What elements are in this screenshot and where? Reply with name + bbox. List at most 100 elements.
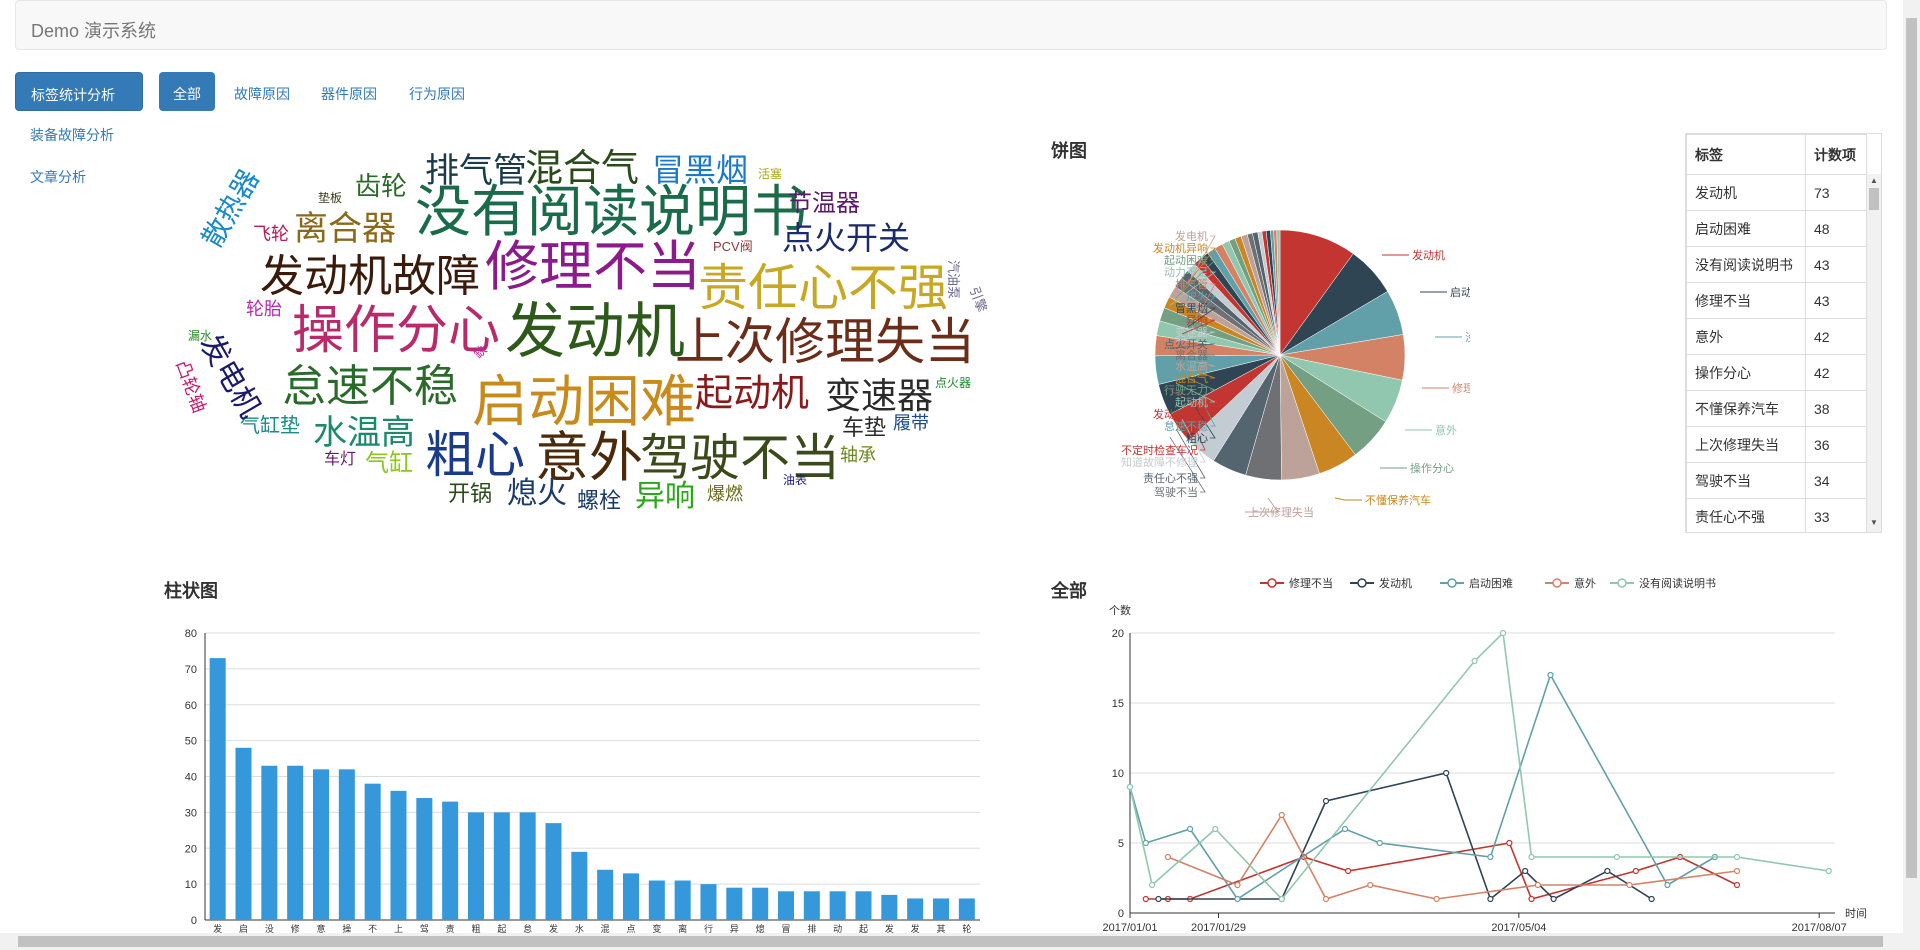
bar[interactable] [545, 823, 562, 920]
legend-label[interactable]: 启动困难 [1469, 577, 1513, 590]
legend-label[interactable]: 发动机 [1379, 576, 1412, 590]
line-point[interactable] [1164, 853, 1172, 861]
bar[interactable] [958, 898, 975, 920]
line-point[interactable] [1234, 895, 1241, 903]
page-vertical-scrollbar[interactable] [1903, 0, 1920, 950]
line-point[interactable] [1487, 853, 1494, 861]
tab-all[interactable]: 全部 [159, 72, 215, 111]
line-point[interactable] [1234, 881, 1241, 889]
table-row[interactable]: 责任心不强 33 [1686, 498, 1868, 532]
table-header-count[interactable]: 计数项 [1804, 134, 1868, 175]
legend-label[interactable]: 意外 [1574, 576, 1596, 590]
line-point[interactable] [1322, 797, 1330, 805]
table-row[interactable]: 没有阅读说明书 43 [1686, 246, 1868, 283]
bar[interactable] [442, 801, 459, 920]
sidebar-item-equipment-fault[interactable]: 装备故障分析 [30, 125, 114, 145]
bar[interactable] [803, 891, 820, 920]
bar[interactable] [700, 884, 717, 920]
bar[interactable] [622, 873, 639, 920]
bar[interactable] [287, 765, 304, 920]
table-row[interactable]: 操作分心 42 [1686, 354, 1868, 391]
bar[interactable] [209, 658, 226, 920]
line-point[interactable] [1604, 867, 1611, 875]
legend-label[interactable]: 修理不当 [1289, 576, 1333, 590]
bar[interactable] [881, 894, 898, 920]
legend-marker[interactable] [1447, 578, 1457, 588]
line-point[interactable] [1367, 881, 1374, 889]
line-series[interactable] [1158, 772, 1653, 901]
line-point[interactable] [1487, 895, 1494, 903]
line-point[interactable] [1547, 671, 1554, 679]
bar[interactable] [752, 887, 769, 920]
tab-behavior-cause[interactable]: 行为原因 [395, 72, 479, 111]
tab-fault-cause[interactable]: 故障原因 [220, 72, 304, 111]
line-point[interactable] [1186, 825, 1194, 833]
line-point[interactable] [1528, 853, 1535, 861]
brand-title[interactable]: Demo 演示系统 [31, 17, 156, 43]
line-point[interactable] [1142, 895, 1149, 903]
table-row[interactable]: 修理不当 43 [1686, 282, 1868, 319]
line-point[interactable] [1534, 881, 1541, 889]
line-point[interactable] [1443, 769, 1450, 777]
legend-marker[interactable] [1267, 578, 1277, 588]
line-point[interactable] [1522, 867, 1529, 875]
line-point[interactable] [1528, 895, 1535, 903]
line-point[interactable] [1155, 895, 1162, 903]
line-point[interactable] [1506, 839, 1513, 847]
bar[interactable] [364, 783, 381, 920]
line-point[interactable] [1825, 867, 1832, 875]
line-point[interactable] [1341, 825, 1349, 833]
line-point[interactable] [1322, 895, 1330, 903]
line-point[interactable] [1664, 881, 1671, 889]
line-point[interactable] [1550, 895, 1557, 903]
line-series[interactable] [1129, 631, 1829, 901]
bar[interactable] [519, 812, 536, 920]
line-point[interactable] [1126, 783, 1134, 791]
line-point[interactable] [1733, 853, 1741, 861]
bar[interactable] [777, 891, 794, 920]
line-point[interactable] [1626, 881, 1633, 889]
line-point[interactable] [1345, 867, 1352, 875]
scroll-down-icon[interactable]: ▼ [1867, 518, 1881, 530]
table-scroll-thumb[interactable] [1869, 188, 1879, 210]
table-row[interactable]: 上次修理失当 36 [1686, 426, 1868, 463]
sidebar-item-tag-stats[interactable]: 标签统计分析 [15, 72, 143, 111]
line-point[interactable] [1376, 839, 1383, 847]
table-header-tag[interactable]: 标签 [1686, 134, 1806, 175]
line-series[interactable] [1129, 673, 1716, 901]
bar[interactable] [932, 898, 949, 920]
table-row[interactable]: 意外 42 [1686, 318, 1868, 355]
table-row[interactable]: 启动困难 48 [1686, 210, 1868, 247]
bar[interactable] [571, 851, 588, 920]
table-row[interactable]: 不懂保养汽车 38 [1686, 390, 1868, 427]
bar[interactable] [416, 798, 433, 920]
bar[interactable] [338, 769, 355, 920]
line-point[interactable] [1733, 867, 1741, 875]
line-point[interactable] [1433, 895, 1440, 903]
line-point[interactable] [1632, 867, 1639, 875]
page-horizontal-scroll-thumb[interactable] [18, 936, 1883, 947]
line-point[interactable] [1613, 853, 1620, 861]
page-vertical-scroll-thumb[interactable] [1906, 18, 1917, 878]
line-point[interactable] [1278, 895, 1285, 903]
sidebar-item-article-analysis[interactable]: 文章分析 [30, 167, 86, 187]
table-scrollbar[interactable]: ▲ ▼ [1867, 174, 1881, 532]
line-point[interactable] [1149, 881, 1156, 889]
line-point[interactable] [1733, 881, 1741, 889]
line-point[interactable] [1142, 839, 1149, 847]
table-row[interactable]: 驾驶不当 34 [1686, 462, 1868, 499]
legend-marker[interactable] [1552, 578, 1562, 588]
line-point[interactable] [1278, 811, 1285, 819]
legend-label[interactable]: 没有阅读说明书 [1639, 576, 1716, 590]
bar[interactable] [467, 812, 484, 920]
line-point[interactable] [1471, 657, 1478, 665]
bar[interactable] [312, 769, 329, 920]
bar[interactable] [829, 891, 846, 920]
line-point[interactable] [1212, 825, 1219, 833]
line-point[interactable] [1648, 895, 1655, 903]
bar[interactable] [907, 898, 924, 920]
bar[interactable] [597, 869, 614, 920]
page-horizontal-scrollbar[interactable] [0, 933, 1903, 950]
bar[interactable] [493, 812, 510, 920]
bar[interactable] [674, 880, 691, 920]
